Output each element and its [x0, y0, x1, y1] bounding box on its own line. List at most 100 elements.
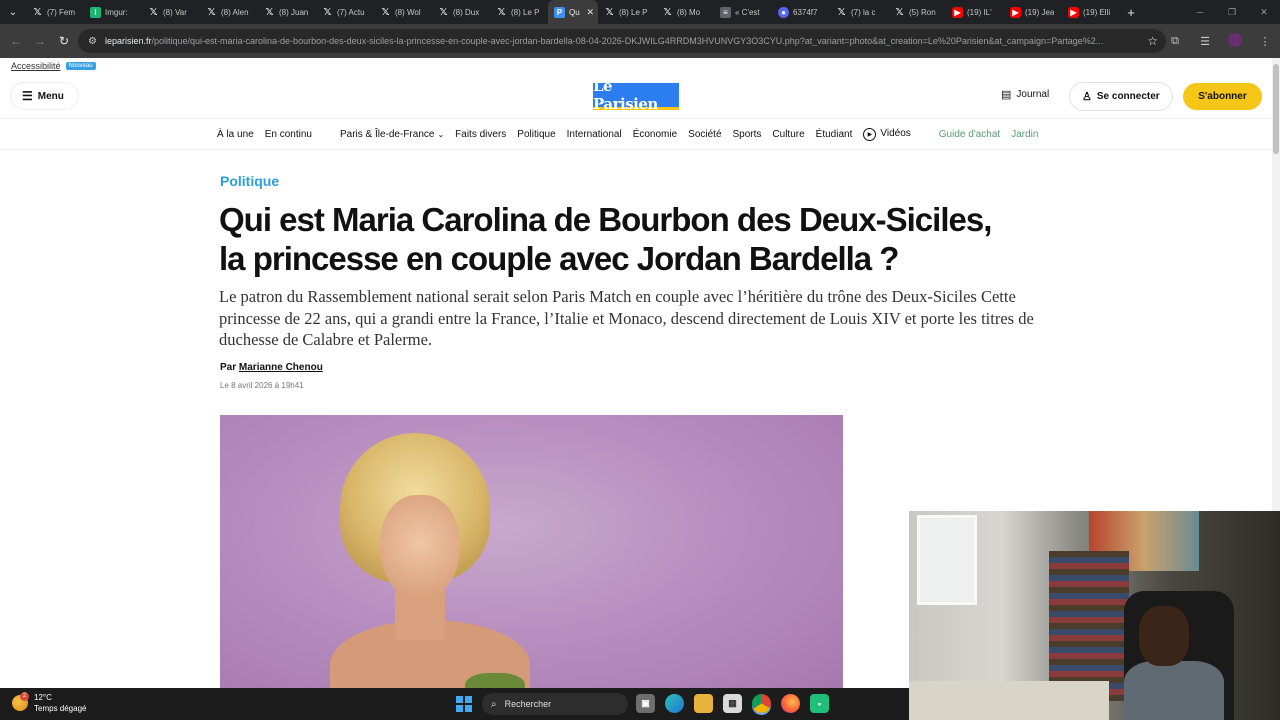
- accessibility-link[interactable]: Accessibilité Nouveau: [11, 61, 96, 71]
- tab-title: (8) Le P: [619, 7, 648, 17]
- app-icon[interactable]: ▪: [810, 694, 829, 713]
- nav-item-sports[interactable]: Sports: [733, 129, 762, 140]
- nav-item-politique[interactable]: Politique: [517, 129, 555, 140]
- subscribe-button[interactable]: S'abonner: [1183, 83, 1262, 110]
- nav-item-societe[interactable]: Société: [688, 129, 721, 140]
- browser-tab[interactable]: ≡ « C'est: [714, 0, 772, 24]
- logo-text: Le Parisien: [593, 77, 658, 113]
- menu-button[interactable]: ☰ Menu: [11, 83, 78, 109]
- browser-tab[interactable]: 𝕏 (5) Ron: [888, 0, 946, 24]
- address-bar[interactable]: ⚙ leparisien.fr/politique/qui-est-maria-…: [78, 29, 1166, 53]
- edge-icon[interactable]: [665, 694, 684, 713]
- login-button[interactable]: ♙ Se connecter: [1070, 83, 1172, 110]
- browser-tab-active[interactable]: P Qu ✕: [548, 0, 598, 24]
- browser-tab[interactable]: 𝕏 (7) Fem: [26, 0, 84, 24]
- journal-link[interactable]: ▤ Journal: [1001, 88, 1049, 101]
- author-link[interactable]: Marianne Chenou: [239, 362, 323, 373]
- media-icon[interactable]: ☰: [1190, 35, 1220, 48]
- browser-tab[interactable]: 𝕏 (7) Actu: [316, 0, 374, 24]
- maximize-icon[interactable]: ❐: [1216, 7, 1248, 18]
- reload-icon[interactable]: ↻: [52, 34, 76, 48]
- browser-tab[interactable]: 𝕏 (8) Le P: [490, 0, 548, 24]
- x-icon: 𝕏: [439, 6, 448, 18]
- browser-tab[interactable]: ● 6374f7: [772, 0, 830, 24]
- file-explorer-icon[interactable]: [694, 694, 713, 713]
- x-icon: 𝕏: [149, 6, 158, 18]
- weather-widget[interactable]: 2 12°C Temps dégagé: [12, 692, 86, 714]
- article-byline: Par Marianne Chenou: [220, 362, 323, 373]
- youtube-icon: ▶: [952, 6, 963, 18]
- browser-tab[interactable]: ▶ (19) IL': [946, 0, 1004, 24]
- nav-item-paris[interactable]: Paris & Île-de-France ⌄: [340, 129, 444, 140]
- nav-item-guide-achat[interactable]: Guide d'achat: [939, 129, 1000, 140]
- newspaper-icon: ▤: [1001, 89, 1012, 101]
- x-icon: 𝕏: [497, 6, 506, 18]
- subscribe-label: S'abonner: [1198, 91, 1247, 102]
- tab-search-icon[interactable]: ⌄: [0, 0, 26, 24]
- nav-item-culture[interactable]: Culture: [772, 129, 804, 140]
- login-label: Se connecter: [1096, 91, 1160, 102]
- browser-menu-icon[interactable]: ⋮: [1250, 35, 1280, 48]
- nav-item-continu[interactable]: En continu: [265, 129, 312, 140]
- url-text[interactable]: leparisien.fr/politique/qui-est-maria-ca…: [105, 36, 1125, 46]
- tab-title: (8) Le P: [511, 7, 540, 17]
- chevron-down-icon: ⌄: [437, 130, 445, 139]
- nav-item-faits-divers[interactable]: Faits divers: [455, 129, 506, 140]
- windows-start-icon[interactable]: [456, 696, 472, 712]
- nav-item-etudiant[interactable]: Étudiant: [816, 129, 853, 140]
- task-view-icon[interactable]: ▣: [636, 694, 655, 713]
- browser-tab[interactable]: ▶ (19) Jea: [1004, 0, 1062, 24]
- x-icon: 𝕏: [837, 6, 846, 18]
- nav-item-jardin[interactable]: Jardin: [1011, 129, 1038, 140]
- scrollbar-thumb[interactable]: [1273, 64, 1279, 154]
- tab-title: (8) Juan: [279, 7, 309, 17]
- search-placeholder: Rechercher: [504, 699, 552, 709]
- forward-icon[interactable]: →: [28, 34, 52, 48]
- close-window-icon[interactable]: ✕: [1248, 7, 1280, 18]
- close-tab-icon[interactable]: ✕: [586, 7, 594, 18]
- article-photo[interactable]: [220, 415, 843, 688]
- profile-avatar[interactable]: [1220, 32, 1250, 50]
- x-icon: 𝕏: [381, 6, 390, 18]
- tab-title: Imgur:: [105, 7, 128, 17]
- play-icon: ▶: [863, 128, 877, 141]
- browser-tab[interactable]: ▶ (19) Elli: [1062, 0, 1120, 24]
- browser-tab[interactable]: 𝕏 (8) Wol: [374, 0, 432, 24]
- x-icon: 𝕏: [605, 6, 614, 18]
- store-icon[interactable]: ▦: [723, 694, 742, 713]
- nav-item-videos[interactable]: ▶ Vidéos: [863, 128, 911, 141]
- tab-list: 𝕏 (7) Fem i Imgur: 𝕏 (8) Var 𝕏 (8) Alen 𝕏 (8)…: [26, 0, 1142, 24]
- chrome-icon[interactable]: [752, 694, 771, 713]
- tab-title: (19) Elli: [1083, 7, 1111, 17]
- weather-status: Temps dégagé: [34, 704, 87, 713]
- byline-prefix: Par: [220, 362, 237, 373]
- x-icon: 𝕏: [663, 6, 672, 18]
- browser-tab[interactable]: 𝕏 (8) Mo: [656, 0, 714, 24]
- site-info-icon[interactable]: ⚙: [88, 36, 97, 47]
- browser-tab[interactable]: i Imgur:: [84, 0, 142, 24]
- browser-tab[interactable]: 𝕏 (8) Juan: [258, 0, 316, 24]
- x-icon: 𝕏: [207, 6, 216, 18]
- new-tab-button[interactable]: +: [1120, 5, 1142, 20]
- nav-item-international[interactable]: International: [567, 129, 622, 140]
- browser-tab[interactable]: 𝕏 (8) Var: [142, 0, 200, 24]
- tab-title: Qu: [569, 7, 580, 17]
- bookmark-star-icon[interactable]: ☆: [1147, 34, 1158, 48]
- discord-icon: ●: [778, 6, 789, 18]
- browser-tab[interactable]: 𝕏 (8) Dux: [432, 0, 490, 24]
- minimize-icon[interactable]: ─: [1184, 7, 1216, 17]
- site-logo[interactable]: Le Parisien: [593, 77, 679, 113]
- browser-tab[interactable]: 𝕏 (7) la c: [830, 0, 888, 24]
- taskbar-search[interactable]: ⌕ Rechercher: [482, 693, 628, 715]
- firefox-icon[interactable]: [781, 694, 800, 713]
- browser-tab[interactable]: 𝕏 (8) Le P: [598, 0, 656, 24]
- article-date: Le 8 avril 2026 à 19h41: [220, 381, 304, 390]
- x-icon: 𝕏: [323, 6, 332, 18]
- browser-tab[interactable]: 𝕏 (8) Alen: [200, 0, 258, 24]
- nav-item-economie[interactable]: Économie: [633, 129, 677, 140]
- accessibility-label: Accessibilité: [11, 61, 61, 71]
- article-rubric[interactable]: Politique: [220, 173, 279, 189]
- extensions-icon[interactable]: ⧉: [1160, 35, 1190, 48]
- nav-item-une[interactable]: À la une: [217, 129, 254, 140]
- back-icon[interactable]: ←: [4, 34, 28, 48]
